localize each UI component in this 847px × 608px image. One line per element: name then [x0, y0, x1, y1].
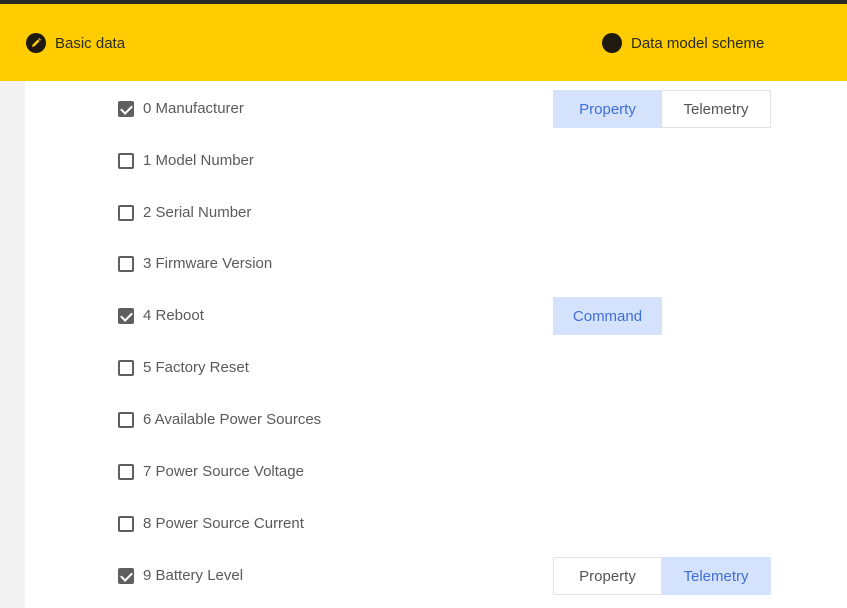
checkbox-checked[interactable]	[118, 308, 134, 324]
list-item: 5 Factory Reset	[25, 348, 847, 388]
list-item: 2 Serial Number	[25, 193, 847, 233]
checkbox[interactable]	[118, 256, 134, 272]
stepper-header: Basic data Data model scheme	[0, 4, 847, 81]
step-basic-data-label: Basic data	[55, 34, 126, 52]
type-toggle: Command	[553, 297, 662, 335]
checkbox-checked[interactable]	[118, 568, 134, 584]
checkbox[interactable]	[118, 205, 134, 221]
step-basic-data[interactable]: Basic data	[26, 33, 125, 53]
list-item: 9 Battery Level Property Telemetry	[25, 556, 847, 596]
step-data-model-scheme-label: Data model scheme	[631, 34, 765, 52]
checkbox[interactable]	[118, 153, 134, 169]
pencil-icon	[26, 33, 46, 53]
list-item: 8 Power Source Current	[25, 504, 847, 544]
item-label: 6 Available Power Sources	[143, 411, 322, 428]
item-label: 0 Manufacturer	[143, 100, 244, 117]
item-label: 1 Model Number	[143, 152, 254, 169]
resource-list: 0 Manufacturer Property Telemetry 1 Mode…	[25, 81, 847, 608]
list-item: 4 Reboot Command	[25, 296, 847, 336]
type-toggle: Property Telemetry	[553, 557, 771, 595]
checkbox[interactable]	[118, 412, 134, 428]
list-item: 3 Firmware Version	[25, 244, 847, 284]
toggle-command-button[interactable]: Command	[553, 297, 662, 335]
toggle-property-button[interactable]: Property	[553, 90, 662, 128]
item-label: 4 Reboot	[143, 307, 204, 324]
item-label: 9 Battery Level	[143, 567, 244, 584]
item-label: 8 Power Source Current	[143, 515, 304, 532]
toggle-telemetry-button[interactable]: Telemetry	[662, 557, 771, 595]
checkbox[interactable]	[118, 360, 134, 376]
checkbox-checked[interactable]	[118, 101, 134, 117]
checkbox[interactable]	[118, 464, 134, 480]
item-label: 7 Power Source Voltage	[143, 463, 304, 480]
left-gutter	[0, 81, 25, 608]
item-label: 3 Firmware Version	[143, 255, 273, 272]
list-item: 0 Manufacturer Property Telemetry	[25, 89, 847, 129]
list-item: 7 Power Source Voltage	[25, 452, 847, 492]
type-toggle: Property Telemetry	[553, 90, 771, 128]
checkbox[interactable]	[118, 516, 134, 532]
toggle-telemetry-button[interactable]: Telemetry	[662, 90, 771, 128]
list-item: 1 Model Number	[25, 141, 847, 181]
filled-circle-icon	[602, 33, 622, 53]
item-label: 2 Serial Number	[143, 204, 252, 221]
toggle-property-button[interactable]: Property	[553, 557, 662, 595]
list-item: 6 Available Power Sources	[25, 400, 847, 440]
item-label: 5 Factory Reset	[143, 359, 249, 376]
step-data-model-scheme[interactable]: Data model scheme	[602, 33, 764, 53]
